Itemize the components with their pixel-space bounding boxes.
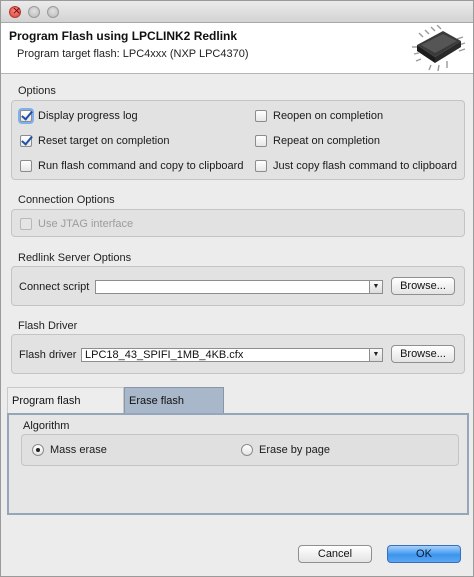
reopen-on-completion-option[interactable]: Reopen on completion: [255, 108, 383, 124]
flash-tabs: Program flash memory Erase flash memory …: [7, 387, 469, 515]
algorithm-section-label: Algorithm: [23, 420, 70, 432]
use-jtag-option: Use JTAG interface: [20, 216, 133, 232]
mass-erase-label: Mass erase: [50, 444, 107, 456]
run-flash-command-checkbox[interactable]: [20, 160, 32, 172]
reopen-on-completion-label: Reopen on completion: [273, 110, 384, 122]
reset-target-label: Reset target on completion: [38, 135, 170, 147]
erase-flash-panel: Algorithm Mass erase Erase by page: [7, 413, 469, 515]
mass-erase-radio[interactable]: [32, 444, 44, 456]
use-jtag-checkbox: [20, 218, 32, 230]
erase-by-page-option[interactable]: Erase by page: [241, 442, 330, 458]
chip-icon: [412, 25, 466, 72]
chevron-down-icon[interactable]: ▼: [369, 349, 382, 361]
cancel-button[interactable]: Cancel: [298, 545, 372, 563]
ok-button[interactable]: OK: [387, 545, 461, 563]
flash-driver-label: Flash driver: [19, 349, 77, 361]
erase-by-page-radio[interactable]: [241, 444, 253, 456]
just-copy-command-label: Just copy flash command to clipboard: [273, 160, 458, 172]
repeat-on-completion-label: Repeat on completion: [273, 135, 381, 147]
reopen-on-completion-checkbox[interactable]: [255, 110, 267, 122]
flash-driver-browse-button[interactable]: Browse...: [391, 345, 455, 363]
repeat-on-completion-checkbox[interactable]: [255, 135, 267, 147]
display-progress-log-checkbox[interactable]: [20, 110, 32, 122]
dialog-header: Program Flash using LPCLINK2 Redlink Pro…: [1, 23, 473, 74]
chevron-down-icon[interactable]: ▼: [369, 281, 382, 293]
options-section-label: Options: [18, 85, 56, 97]
just-copy-command-option[interactable]: Just copy flash command to clipboard: [255, 158, 457, 174]
flash-driver-section-label: Flash Driver: [18, 320, 78, 332]
erase-by-page-label: Erase by page: [259, 444, 330, 456]
flash-driver-combo[interactable]: LPC18_43_SPIFI_1MB_4KB.cfx ▼: [81, 348, 383, 362]
dialog-subtitle: Program target flash: LPC4xxx (NXP LPC43…: [17, 48, 249, 60]
mass-erase-option[interactable]: Mass erase: [32, 442, 107, 458]
run-flash-command-option[interactable]: Run flash command and copy to clipboard: [20, 158, 243, 174]
tab-erase-flash-memory[interactable]: Erase flash memory: [124, 387, 224, 433]
connect-script-label: Connect script: [19, 281, 90, 293]
reset-target-option[interactable]: Reset target on completion: [20, 133, 169, 149]
flash-driver-value: LPC18_43_SPIFI_1MB_4KB.cfx: [85, 349, 244, 361]
reset-target-checkbox[interactable]: [20, 135, 32, 147]
connect-script-browse-button[interactable]: Browse...: [391, 277, 455, 295]
use-jtag-label: Use JTAG interface: [38, 218, 134, 230]
close-window-icon[interactable]: [9, 4, 21, 18]
display-progress-log-label: Display progress log: [38, 110, 138, 122]
repeat-on-completion-option[interactable]: Repeat on completion: [255, 133, 380, 149]
dialog-title: Program Flash using LPCLINK2 Redlink: [9, 29, 238, 43]
maximize-window-icon[interactable]: [47, 6, 59, 18]
just-copy-command-checkbox[interactable]: [255, 160, 267, 172]
algorithm-group: Mass erase Erase by page: [21, 434, 459, 466]
connection-section-label: Connection Options: [18, 194, 115, 206]
run-flash-command-label: Run flash command and copy to clipboard: [38, 160, 244, 172]
connect-script-combo[interactable]: ▼: [95, 280, 383, 294]
display-progress-log-option[interactable]: Display progress log: [20, 108, 138, 124]
tab-program-flash-memory[interactable]: Program flash memory: [7, 387, 124, 433]
title-bar: [1, 1, 473, 23]
redlink-section-label: Redlink Server Options: [18, 252, 132, 264]
dialog-window: Program Flash using LPCLINK2 Redlink Pro…: [0, 0, 474, 577]
minimize-window-icon[interactable]: [28, 6, 40, 18]
